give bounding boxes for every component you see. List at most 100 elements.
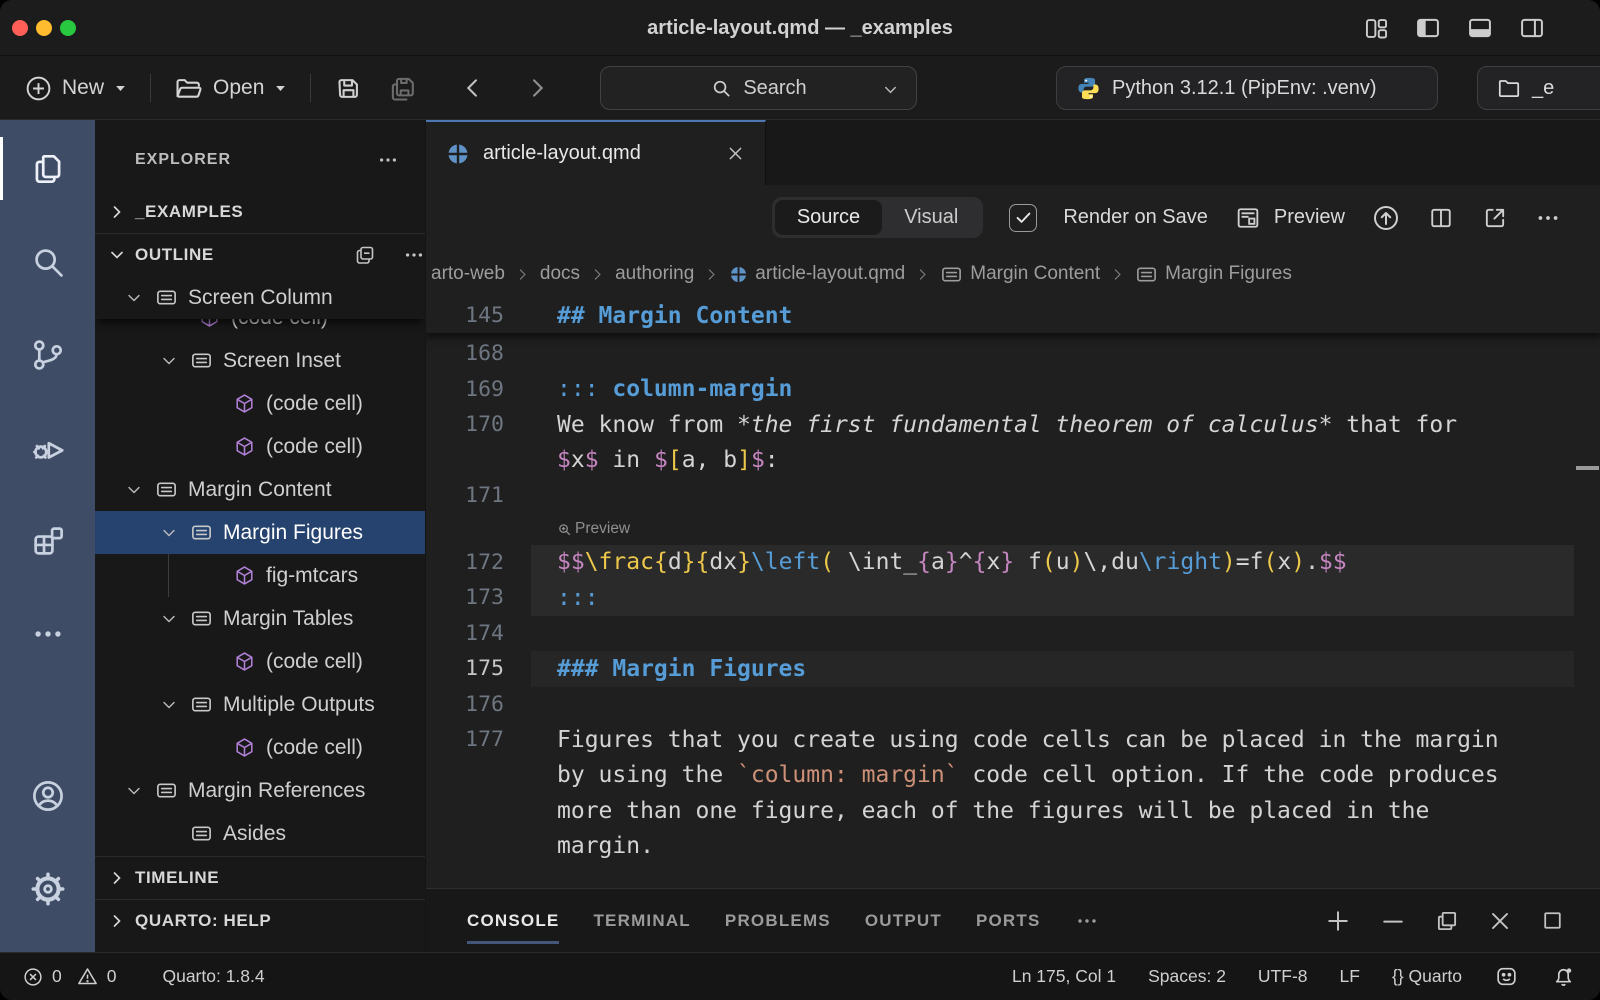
activity-bar-explorer[interactable] xyxy=(0,122,95,215)
code-line[interactable]: by using the `column: margin` code cell … xyxy=(426,758,1600,794)
sidebar-section-outline[interactable]: OUTLINE xyxy=(95,233,425,276)
outline-item-code-cell[interactable]: (code cell) xyxy=(95,726,425,769)
code-line-169[interactable]: 169::: column-margin xyxy=(426,372,1600,408)
panel-close-icon[interactable] xyxy=(1487,908,1513,934)
activity-bar-extensions[interactable] xyxy=(0,494,95,587)
code-line-176[interactable]: 176 xyxy=(426,687,1600,723)
sidebar-section-quarto-help[interactable]: QUARTO: HELP xyxy=(95,899,425,942)
quarto-version-status[interactable]: Quarto: 1.8.4 xyxy=(162,966,264,987)
breadcrumb-docs[interactable]: docs xyxy=(540,263,580,285)
mode-visual-button[interactable]: Visual xyxy=(882,200,980,235)
code-line-175[interactable]: 175### Margin Figures xyxy=(426,651,1600,687)
outline-item-margin-tables[interactable]: Margin Tables xyxy=(95,597,425,640)
panel-tab-console[interactable]: CONSOLE xyxy=(467,889,559,952)
code-line-173[interactable]: 173::: xyxy=(426,580,1600,616)
panel-tab-terminal[interactable]: TERMINAL xyxy=(593,889,690,952)
panel-tab-output[interactable]: OUTPUT xyxy=(865,889,942,952)
problems-status[interactable]: 0 0 xyxy=(22,965,116,988)
new-button[interactable]: New xyxy=(24,74,128,103)
publish-icon[interactable] xyxy=(1371,203,1401,233)
split-editor-icon[interactable] xyxy=(1427,204,1455,232)
chevron-down-icon[interactable] xyxy=(881,80,900,99)
activity-bar-account[interactable] xyxy=(0,749,95,842)
code-line-168[interactable]: 168 xyxy=(426,336,1600,372)
quarto-help-title: QUARTO: HELP xyxy=(135,911,271,931)
code-line[interactable]: $x$ in $[a, b]$: xyxy=(426,443,1600,479)
outline-item-code-cell[interactable]: (code cell) xyxy=(95,382,425,425)
sidebar-section-timeline[interactable]: TIMELINE xyxy=(95,856,425,899)
breadcrumb-margin-figures[interactable]: Margin Figures xyxy=(1135,263,1292,286)
breadcrumb-arto-web[interactable]: arto-web xyxy=(431,263,505,285)
global-search-box[interactable]: Search xyxy=(600,66,917,110)
outline-item-screen-column[interactable]: Screen Column xyxy=(95,276,425,319)
outline-item-margin-content[interactable]: Margin Content xyxy=(95,468,425,511)
editor-scrollbar[interactable] xyxy=(1574,298,1600,888)
toggle-primary-sidebar-icon[interactable] xyxy=(1414,14,1442,42)
more-actions-icon[interactable] xyxy=(1535,205,1561,231)
preview-label[interactable]: Preview xyxy=(1274,206,1345,229)
activity-bar-search[interactable] xyxy=(0,215,95,308)
activity-bar-more[interactable] xyxy=(0,587,95,680)
activity-bar-source-control[interactable] xyxy=(0,308,95,401)
panel-add-icon[interactable] xyxy=(1324,907,1352,935)
panel-maximize-icon[interactable] xyxy=(1540,908,1565,933)
breadcrumb-article-layout-qmd[interactable]: article-layout.qmd xyxy=(729,263,905,285)
workspace-button[interactable]: _e xyxy=(1477,66,1600,110)
customize-layout-icon[interactable] xyxy=(1363,15,1390,42)
more-panel-tabs-icon[interactable] xyxy=(1075,909,1099,933)
sticky-scroll-line[interactable]: 145## Margin Content xyxy=(426,298,1600,333)
code-line-171[interactable]: 171 xyxy=(426,478,1600,514)
open-in-new-window-icon[interactable] xyxy=(1481,204,1509,232)
forward-button[interactable] xyxy=(523,74,551,102)
panel-restore-icon[interactable] xyxy=(1434,908,1460,934)
save-icon[interactable] xyxy=(333,73,364,104)
code-line-172[interactable]: 172$$\frac{d}{dx}\left( \int_{a}^{x} f(u… xyxy=(426,545,1600,581)
more-actions-icon[interactable] xyxy=(377,149,399,171)
code-editor[interactable]: 168169::: column-margin170We know from *… xyxy=(426,298,1600,888)
outline-item-screen-inset[interactable]: Screen Inset xyxy=(95,339,425,382)
code-line-170[interactable]: 170We know from *the first fundamental t… xyxy=(426,407,1600,443)
render-on-save-checkbox[interactable] xyxy=(1009,204,1037,232)
code-line[interactable]: more than one figure, each of the figure… xyxy=(426,793,1600,829)
outline-item-asides[interactable]: Asides xyxy=(95,812,425,855)
outline-item-fig-mtcars[interactable]: fig-mtcars xyxy=(95,554,425,597)
activity-bar-settings[interactable] xyxy=(0,842,95,935)
back-button[interactable] xyxy=(459,74,487,102)
panel-minimize-icon[interactable] xyxy=(1379,907,1407,935)
code-line-174[interactable]: 174 xyxy=(426,616,1600,652)
outline-item-multiple-outputs[interactable]: Multiple Outputs xyxy=(95,683,425,726)
collapse-all-icon[interactable] xyxy=(353,243,377,267)
breadcrumb-label: article-layout.qmd xyxy=(755,263,905,285)
eol-status[interactable]: LF xyxy=(1340,966,1360,987)
code-line[interactable]: margin. xyxy=(426,829,1600,865)
outline-item-margin-references[interactable]: Margin References xyxy=(95,769,425,812)
code-line-177[interactable]: 177Figures that you create using code ce… xyxy=(426,722,1600,758)
breadcrumb-authoring[interactable]: authoring xyxy=(615,263,694,285)
interpreter-selector[interactable]: Python 3.12.1 (PipEnv: .venv) xyxy=(1056,66,1438,110)
outline-item-code-cell[interactable]: (code cell) xyxy=(95,640,425,683)
close-tab-icon[interactable] xyxy=(726,144,745,163)
cursor-position-status[interactable]: Ln 175, Col 1 xyxy=(1012,966,1116,987)
more-actions-icon[interactable] xyxy=(403,244,425,266)
preview-icon[interactable] xyxy=(1234,204,1262,232)
activity-bar-run-debug[interactable] xyxy=(0,401,95,494)
language-mode-status[interactable]: {} Quarto xyxy=(1392,966,1462,987)
code-lens-preview[interactable]: Preview xyxy=(426,514,1600,545)
outline-item-code-cell[interactable]: (code cell) xyxy=(95,425,425,468)
panel-tab-ports[interactable]: PORTS xyxy=(976,889,1041,952)
mode-source-button[interactable]: Source xyxy=(775,200,882,235)
sidebar-section-examples[interactable]: _EXAMPLES xyxy=(95,190,425,233)
tab-article-layout[interactable]: article-layout.qmd xyxy=(426,120,766,185)
encoding-status[interactable]: UTF-8 xyxy=(1258,966,1308,987)
panel-tab-problems[interactable]: PROBLEMS xyxy=(725,889,831,952)
outline-item-label: Multiple Outputs xyxy=(223,693,375,717)
indentation-status[interactable]: Spaces: 2 xyxy=(1148,966,1226,987)
save-all-icon[interactable] xyxy=(386,72,419,105)
feedback-smiley-icon[interactable] xyxy=(1494,964,1519,989)
toggle-secondary-sidebar-icon[interactable] xyxy=(1518,14,1546,42)
breadcrumb-margin-content[interactable]: Margin Content xyxy=(940,263,1100,286)
outline-item-margin-figures[interactable]: Margin Figures xyxy=(95,511,425,554)
toggle-panel-icon[interactable] xyxy=(1466,14,1494,42)
open-button[interactable]: Open xyxy=(173,73,288,104)
notifications-bell-icon[interactable] xyxy=(1551,964,1576,989)
